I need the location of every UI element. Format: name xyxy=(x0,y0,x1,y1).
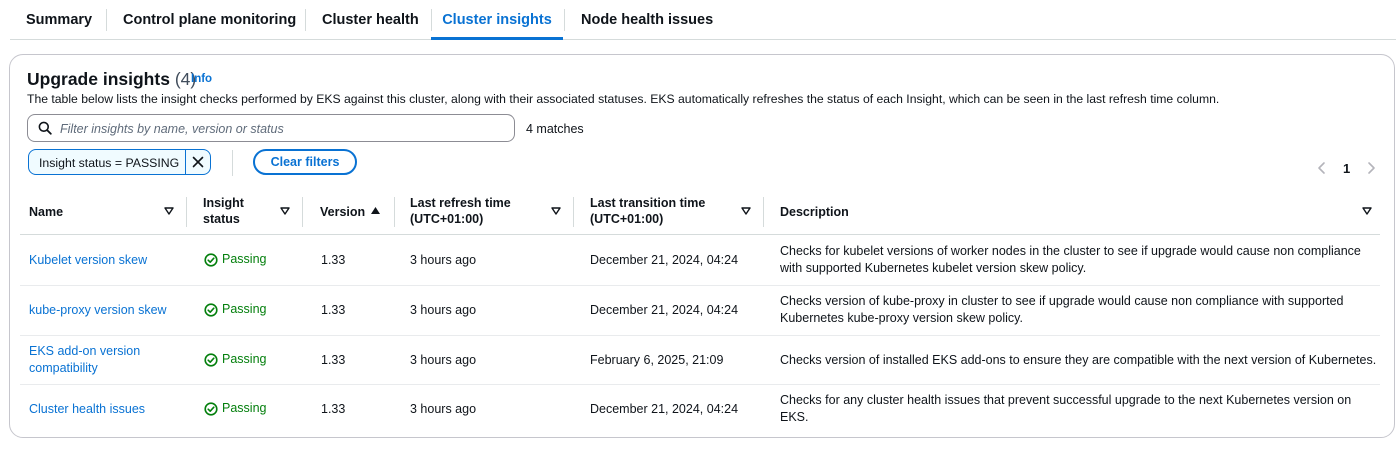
transition-cell: December 21, 2024, 04:24 xyxy=(590,253,739,267)
column-header-status-line2: status xyxy=(203,212,240,226)
description-cell: Checks version of installed EKS add-ons … xyxy=(780,352,1376,369)
version-cell: 1.33 xyxy=(321,402,346,416)
transition-cell: December 21, 2024, 04:24 xyxy=(590,303,739,317)
column-header-transition-line2: (UTC+01:00) xyxy=(590,212,664,226)
column-header-insight-status[interactable]: Insight status xyxy=(203,195,244,227)
description-line: with supported Kubernetes kubelet versio… xyxy=(780,261,1087,275)
version-cell: 1.33 xyxy=(321,303,346,317)
title-text: Upgrade insights xyxy=(27,69,170,89)
close-icon xyxy=(192,156,204,168)
status-text: Passing xyxy=(222,401,267,415)
tab-summary[interactable]: Summary xyxy=(26,0,92,39)
column-header-transition-line1: Last transition time xyxy=(590,196,706,210)
filter-divider xyxy=(232,150,233,176)
column-divider xyxy=(394,197,395,227)
version-cell: 1.33 xyxy=(321,353,346,367)
status-text: Passing xyxy=(222,352,267,366)
transition-cell: February 6, 2025, 21:09 xyxy=(590,353,724,367)
description-cell: Checks for kubelet versions of worker no… xyxy=(780,243,1361,277)
column-header-name[interactable]: Name xyxy=(29,204,63,220)
description-line: Checks for kubelet versions of worker no… xyxy=(780,244,1361,258)
tab-divider xyxy=(106,9,107,31)
column-header-last-refresh-time[interactable]: Last refresh time (UTC+01:00) xyxy=(410,195,511,227)
row-divider xyxy=(20,384,1380,385)
tab-cluster-insights[interactable]: Cluster insights xyxy=(431,0,563,40)
status-text: Passing xyxy=(222,252,267,266)
tab-node-health-issues[interactable]: Node health issues xyxy=(581,0,713,39)
page-number-1[interactable]: 1 xyxy=(1343,161,1350,176)
column-header-refresh-line2: (UTC+01:00) xyxy=(410,212,484,226)
previous-page-button[interactable] xyxy=(1317,161,1327,180)
row-divider xyxy=(20,335,1380,336)
row-divider xyxy=(20,285,1380,286)
status-text: Passing xyxy=(222,302,267,316)
remove-filter-button[interactable] xyxy=(186,150,210,174)
chevron-left-icon xyxy=(1318,162,1325,174)
search-icon xyxy=(38,121,52,135)
upgrade-insights-container: Upgrade insights (4) Info The table belo… xyxy=(9,54,1395,438)
version-cell: 1.33 xyxy=(321,253,346,267)
info-link[interactable]: Info xyxy=(191,73,212,85)
column-divider xyxy=(763,197,764,227)
status-positive-icon xyxy=(204,402,218,416)
chevron-right-icon xyxy=(1368,162,1375,174)
refresh-cell: 3 hours ago xyxy=(410,303,477,317)
column-header-version[interactable]: Version xyxy=(320,204,365,220)
description-line: Checks version of kube-proxy in cluster … xyxy=(780,294,1344,308)
header-description: The table below lists the insight checks… xyxy=(27,92,1220,106)
description-cell: Checks version of kube-proxy in cluster … xyxy=(780,293,1344,327)
refresh-cell: 3 hours ago xyxy=(410,353,477,367)
column-header-description[interactable]: Description xyxy=(780,204,849,220)
tab-divider xyxy=(305,9,306,31)
insight-name-link[interactable]: kube-proxy version skew xyxy=(29,302,167,319)
tab-bar: Summary Control plane monitoring Cluster… xyxy=(10,0,1396,40)
filter-token: Insight status = PASSING xyxy=(28,149,211,175)
description-line: EKS. xyxy=(780,410,809,424)
refresh-cell: 3 hours ago xyxy=(410,253,477,267)
tab-control-plane-monitoring[interactable]: Control plane monitoring xyxy=(123,0,296,39)
column-divider xyxy=(186,197,187,227)
status-positive-icon xyxy=(204,253,218,267)
caret-down-icon[interactable] xyxy=(551,207,561,215)
matches-count: 4 matches xyxy=(526,122,584,136)
next-page-button[interactable] xyxy=(1366,161,1376,180)
filter-token-label: Insight status = PASSING xyxy=(39,156,180,170)
description-line: Checks for any cluster health issues tha… xyxy=(780,393,1352,407)
caret-down-icon[interactable] xyxy=(164,207,174,215)
column-divider xyxy=(573,197,574,227)
refresh-cell: 3 hours ago xyxy=(410,402,477,416)
column-divider xyxy=(302,197,303,227)
insight-name-line: compatibility xyxy=(29,361,98,375)
status-positive-icon xyxy=(204,303,218,317)
caret-down-icon[interactable] xyxy=(280,207,290,215)
column-header-refresh-line1: Last refresh time xyxy=(410,196,511,210)
insight-name-link[interactable]: Kubelet version skew xyxy=(29,252,147,269)
table-header-divider xyxy=(20,234,1380,235)
column-header-status-line1: Insight xyxy=(203,196,244,210)
tab-cluster-health[interactable]: Cluster health xyxy=(322,0,419,39)
tab-divider xyxy=(564,9,565,31)
description-line: Checks version of installed EKS add-ons … xyxy=(780,353,1377,367)
filter-input[interactable] xyxy=(58,118,502,140)
transition-cell: December 21, 2024, 04:24 xyxy=(590,402,739,416)
caret-down-icon[interactable] xyxy=(741,207,751,215)
caret-up-icon[interactable] xyxy=(370,206,381,215)
filter-search-box xyxy=(27,114,515,142)
column-header-last-transition-time[interactable]: Last transition time (UTC+01:00) xyxy=(590,195,705,227)
insight-name-line: EKS add-on version xyxy=(29,344,141,358)
description-line: Kubernetes kube-proxy version skew polic… xyxy=(780,311,1023,325)
page-title: Upgrade insights (4) xyxy=(27,69,196,90)
description-cell: Checks for any cluster health issues tha… xyxy=(780,392,1351,426)
insight-name-link[interactable]: Cluster health issues xyxy=(29,401,145,418)
clear-filters-button[interactable]: Clear filters xyxy=(253,149,357,175)
insight-name-link[interactable]: EKS add-on version compatibility xyxy=(29,343,140,377)
caret-down-icon[interactable] xyxy=(1362,207,1372,215)
status-positive-icon xyxy=(204,353,218,367)
